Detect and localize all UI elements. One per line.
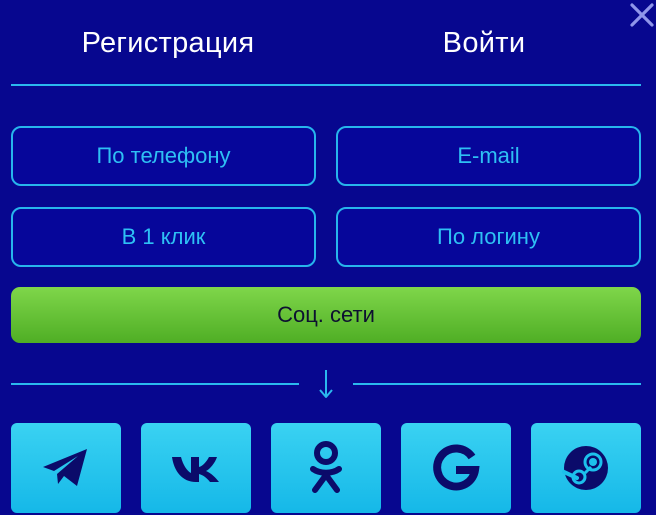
vk-button[interactable]	[141, 423, 251, 513]
telegram-button[interactable]	[11, 423, 121, 513]
by-phone-button[interactable]: По телефону	[11, 126, 316, 186]
arrow-down-icon	[313, 366, 339, 402]
close-button[interactable]	[626, 0, 656, 30]
one-click-button[interactable]: В 1 клик	[11, 207, 316, 267]
social-networks-button[interactable]: Соц. сети	[11, 287, 641, 343]
by-login-button[interactable]: По логину	[336, 207, 641, 267]
by-email-button[interactable]: E-mail	[336, 126, 641, 186]
odnoklassniki-icon	[310, 441, 342, 493]
tabs-underline	[11, 84, 641, 86]
google-icon	[433, 444, 480, 491]
close-icon	[630, 3, 654, 27]
odnoklassniki-button[interactable]	[271, 423, 381, 513]
tab-login[interactable]: Войти	[327, 0, 641, 86]
steam-button[interactable]	[531, 423, 641, 513]
divider-right	[353, 383, 641, 385]
divider-left	[11, 383, 299, 385]
google-button[interactable]	[401, 423, 511, 513]
telegram-icon	[43, 449, 87, 486]
tab-registration[interactable]: Регистрация	[10, 0, 326, 86]
steam-icon	[562, 446, 608, 490]
auth-tabs: Регистрация Войти	[0, 0, 656, 88]
vk-icon	[172, 457, 219, 482]
